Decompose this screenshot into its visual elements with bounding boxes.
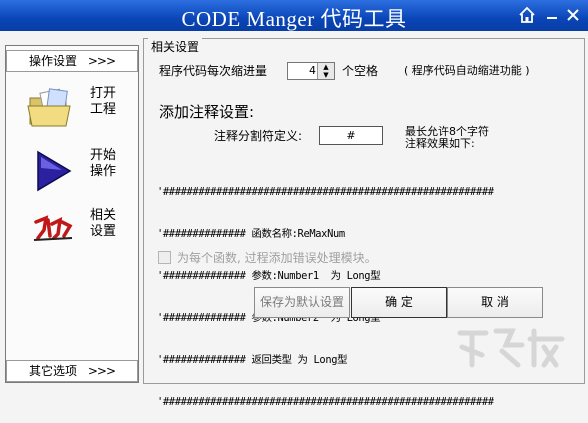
chevron-up-icon[interactable]: ▲ <box>318 63 334 71</box>
chevron-right-icon: >>> <box>87 364 116 378</box>
preview-line: '############## 函数名称:ReMaxNum <box>157 228 345 240</box>
error-handling-checkbox[interactable]: 为每个函数, 过程添加错误处理模块。 <box>158 249 377 266</box>
indent-unit: 个空格 <box>342 64 379 78</box>
close-icon[interactable] <box>564 6 582 24</box>
sidebar-header-label: 操作设置 <box>29 54 78 68</box>
sidebar-item-settings[interactable]: 相关 设置 <box>20 206 130 256</box>
sidebar-header-other-options[interactable]: 其它选项 >>> <box>6 360 138 382</box>
stepper-arrows[interactable]: ▲ ▼ <box>317 63 334 79</box>
save-default-button[interactable]: 保存为默认设置 <box>254 287 350 318</box>
sidebar: 操作设置 >>> 打开 工程 开始 操作 相关 设置 其它选项 >>> <box>5 45 139 383</box>
chevron-right-icon: >>> <box>87 54 116 68</box>
sidebar-item-label: 设置 <box>90 224 117 239</box>
group-label: 相关设置 <box>148 38 203 55</box>
sidebar-item-label: 工程 <box>90 102 117 117</box>
separator-label: 注释分割符定义: <box>214 129 303 143</box>
sidebar-item-label: 操作 <box>90 164 117 179</box>
preview-line: '############## 参数:Number1 为 Long型 <box>157 270 381 282</box>
play-icon <box>26 148 80 194</box>
preview-note: 注释效果如下: <box>405 137 475 150</box>
indent-label: 程序代码每次缩进量 <box>159 64 268 78</box>
separator-input[interactable]: # <box>319 126 383 145</box>
comment-heading: 添加注释设置: <box>159 103 255 121</box>
checkbox-label: 为每个函数, 过程添加错误处理模块。 <box>177 251 377 265</box>
sidebar-item-label: 相关 <box>90 208 117 223</box>
indent-stepper[interactable]: 4 ▲ ▼ <box>287 62 335 80</box>
preview-line: '#######################################… <box>157 396 494 408</box>
sidebar-item-label: 打开 <box>90 86 117 101</box>
preview-line: '############## 返回类型 为 Long型 <box>157 354 348 366</box>
sidebar-header-label: 其它选项 <box>29 364 78 378</box>
chevron-down-icon[interactable]: ▼ <box>318 71 334 79</box>
checkbox-box[interactable] <box>158 251 171 264</box>
title-bar: CODE Manger 代码工具 <box>0 0 588 31</box>
open-folder-icon <box>26 86 80 132</box>
window-title: CODE Manger 代码工具 <box>181 7 407 31</box>
minimize-icon[interactable] <box>543 6 561 24</box>
watermark-logo <box>452 325 570 369</box>
indent-note: ( 程序代码自动缩进功能 ) <box>404 64 530 77</box>
sidebar-item-label: 开始 <box>90 148 117 163</box>
sidebar-item-open-project[interactable]: 打开 工程 <box>20 84 130 134</box>
home-icon[interactable] <box>518 6 536 24</box>
settings-stamp-icon <box>26 208 80 254</box>
preview-line: '#######################################… <box>157 186 494 198</box>
sidebar-item-start[interactable]: 开始 操作 <box>20 146 130 196</box>
ok-button[interactable]: 确 定 <box>351 287 447 318</box>
cancel-button[interactable]: 取 消 <box>447 287 543 318</box>
indent-value: 4 <box>309 64 316 77</box>
sidebar-header-operations[interactable]: 操作设置 >>> <box>6 50 138 72</box>
